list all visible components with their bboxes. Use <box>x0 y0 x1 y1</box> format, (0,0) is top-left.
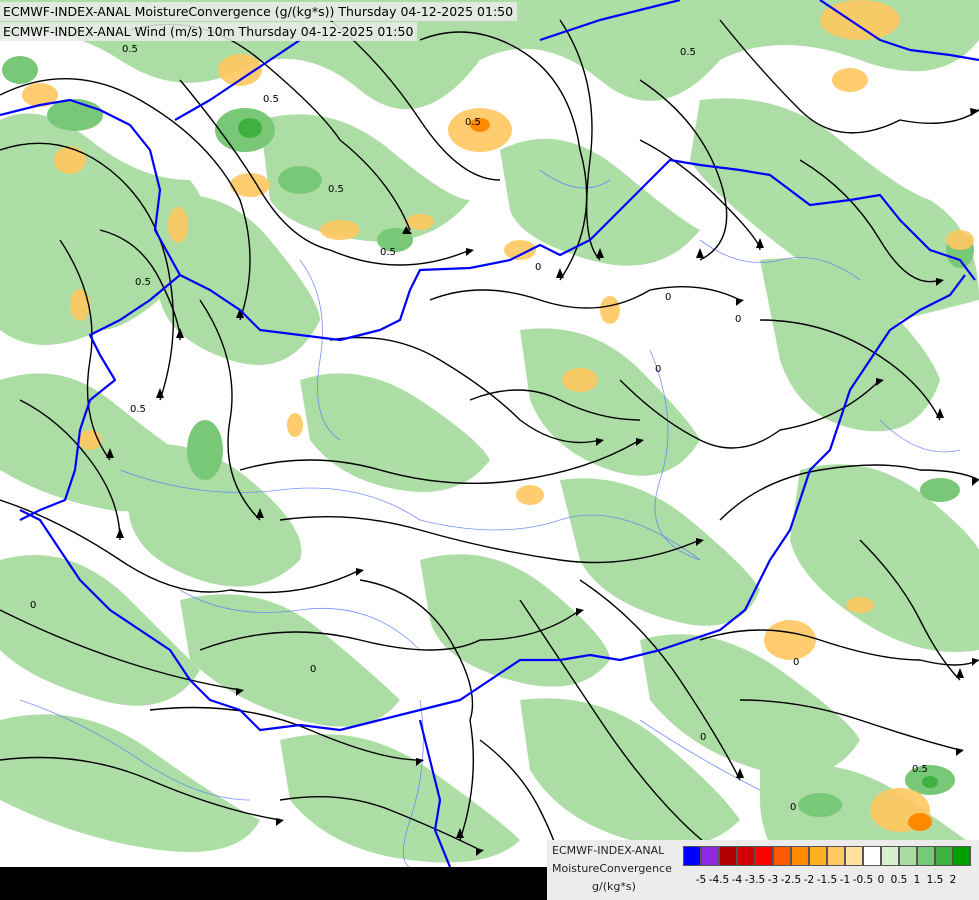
legend-tick-label: 0 <box>877 874 885 886</box>
contour-label: 0.5 <box>135 277 151 288</box>
legend-tick-label: -4 <box>731 874 743 886</box>
contour-label: 0 <box>535 262 541 273</box>
contour-label: 0 <box>700 732 706 743</box>
contour-label: 0.5 <box>122 44 138 55</box>
legend-source: ECMWF-INDEX-ANAL <box>552 844 665 857</box>
legend-tick-label: -0.5 <box>852 874 874 886</box>
legend-tick-label: -1 <box>839 874 851 886</box>
contour-label: 0.5 <box>912 764 928 775</box>
legend-swatch <box>737 846 755 866</box>
legend-swatch <box>809 846 827 866</box>
legend-tick-label: 1.5 <box>926 874 944 886</box>
contour-label: 0.5 <box>465 117 481 128</box>
legend-swatch <box>881 846 899 866</box>
contour-label: 0.5 <box>263 94 279 105</box>
legend-parameter: MoistureConvergence <box>552 862 672 875</box>
contour-label: 0 <box>790 802 796 813</box>
contour-label: 0.5 <box>328 184 344 195</box>
legend-tick-label: -3.5 <box>744 874 766 886</box>
weather-map: 0.5 0.5 0.5 0.5 0.5 0.5 0.5 0.5 0 0 0 0 … <box>0 0 979 900</box>
legend-swatches <box>683 846 971 866</box>
legend-ticks: -5 -4.5 -4 -3.5 -3 -2.5 -2 -1.5 -1 -0.5 0 0.5 1 1.5 2 <box>683 874 973 888</box>
legend-swatch <box>773 846 791 866</box>
map-title-wind: ECMWF-INDEX-ANAL Wind (m/s) 10m Thursday… <box>0 22 418 41</box>
contour-labels: 0.5 0.5 0.5 0.5 0.5 0.5 0.5 0.5 0 0 0 0 … <box>30 44 928 813</box>
legend-tick-label: -2 <box>803 874 815 886</box>
legend-tick-label: 2 <box>949 874 957 886</box>
legend-tick-label: -3 <box>767 874 779 886</box>
contour-label: 0 <box>735 314 741 325</box>
contour-label: 0 <box>655 364 661 375</box>
legend-swatch <box>899 846 917 866</box>
legend-tick-label: -1.5 <box>816 874 838 886</box>
legend-swatch <box>845 846 863 866</box>
legend-swatch <box>719 846 737 866</box>
legend-swatch <box>791 846 809 866</box>
legend-swatch <box>917 846 935 866</box>
contour-label: 0.5 <box>130 404 146 415</box>
legend-tick-label: 0.5 <box>890 874 908 886</box>
map-title-moisture: ECMWF-INDEX-ANAL MoistureConvergence (g/… <box>0 2 518 21</box>
legend-swatch <box>863 846 881 866</box>
legend-units: g/(kg*s) <box>592 880 636 893</box>
contour-label: 0 <box>665 292 671 303</box>
contour-label: 0 <box>30 600 36 611</box>
contour-label: 0 <box>793 657 799 668</box>
legend-swatch <box>701 846 719 866</box>
color-legend: ECMWF-INDEX-ANAL MoistureConvergence g/(… <box>547 840 979 900</box>
legend-tick-label: -5 <box>695 874 707 886</box>
legend-swatch <box>683 846 701 866</box>
contour-label: 0 <box>310 664 316 675</box>
legend-tick-label: 1 <box>913 874 921 886</box>
contour-label: 0.5 <box>380 247 396 258</box>
legend-swatch <box>755 846 773 866</box>
legend-swatch <box>935 846 953 866</box>
legend-tick-label: -2.5 <box>780 874 802 886</box>
legend-tick-label: -4.5 <box>708 874 730 886</box>
legend-swatch <box>953 846 971 866</box>
contour-label: 0.5 <box>680 47 696 58</box>
legend-swatch <box>827 846 845 866</box>
